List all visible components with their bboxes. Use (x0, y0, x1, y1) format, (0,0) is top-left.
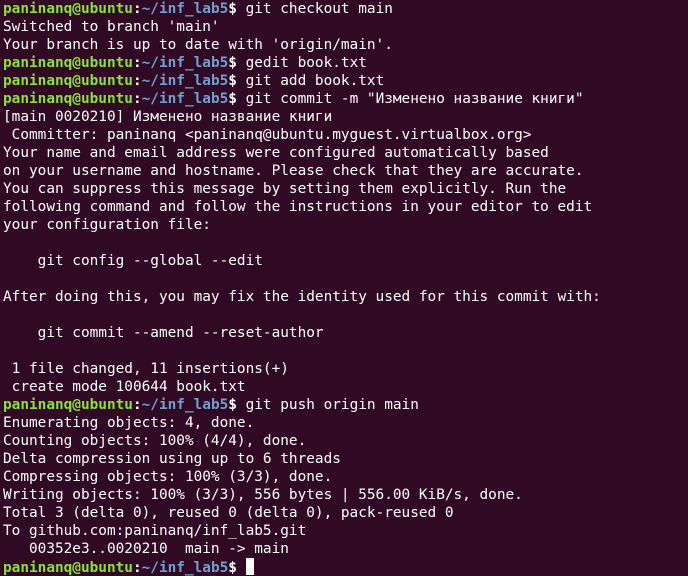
prompt-separator: : (132, 560, 142, 576)
prompt-symbol: $ (228, 73, 246, 89)
prompt-user-host: paninanq@ubuntu (3, 73, 133, 89)
prompt-path: ~/inf_lab5 (141, 397, 229, 413)
prompt-symbol: $ (228, 91, 246, 107)
output-line: on your username and hostname. Please ch… (3, 162, 688, 180)
output-line: Committer: paninanq <paninanq@ubuntu.myg… (3, 126, 688, 144)
prompt-user-host: paninanq@ubuntu (3, 1, 133, 17)
output-text: You can suppress this message by setting… (3, 181, 567, 197)
prompt-line: paninanq@ubuntu:~/inf_lab5$ git checkout… (3, 0, 688, 18)
prompt-symbol: $ (228, 560, 246, 576)
output-text: Compressing objects: 100% (3/3), done. (3, 469, 333, 485)
prompt-line: paninanq@ubuntu:~/inf_lab5$ gedit book.t… (3, 54, 688, 72)
output-text: 00352e3..0020210 main -> main (3, 541, 289, 557)
prompt-symbol: $ (228, 1, 246, 17)
output-line: Switched to branch 'main' (3, 18, 688, 36)
command-text: git commit -m "Изменено название книги" (245, 91, 584, 107)
output-text: git config --global --edit (3, 253, 263, 269)
output-text: Counting objects: 100% (4/4), done. (3, 433, 307, 449)
prompt-path: ~/inf_lab5 (141, 55, 229, 71)
command-text: git checkout main (245, 1, 393, 17)
output-text: To github.com:paninanq/inf_lab5.git (3, 523, 307, 539)
output-line: 1 file changed, 11 insertions(+) (3, 360, 688, 378)
prompt-separator: : (132, 55, 142, 71)
output-line: Enumerating objects: 4, done. (3, 414, 688, 432)
output-text: 1 file changed, 11 insertions(+) (3, 361, 289, 377)
output-text: Committer: paninanq <paninanq@ubuntu.myg… (3, 127, 532, 143)
output-text: Writing objects: 100% (3/3), 556 bytes |… (3, 487, 523, 503)
command-text: gedit book.txt (245, 55, 367, 71)
output-line: After doing this, you may fix the identi… (3, 288, 688, 306)
command-text: git push origin main (245, 397, 419, 413)
output-text: After doing this, you may fix the identi… (3, 289, 601, 305)
output-text: Switched to branch 'main' (3, 19, 220, 35)
prompt-path: ~/inf_lab5 (141, 560, 229, 576)
prompt-user-host: paninanq@ubuntu (3, 560, 133, 576)
output-line: Counting objects: 100% (4/4), done. (3, 432, 688, 450)
output-line: Your branch is up to date with 'origin/m… (3, 36, 688, 54)
output-line: Your name and email address were configu… (3, 144, 688, 162)
prompt-line: paninanq@ubuntu:~/inf_lab5$ (3, 558, 688, 576)
prompt-separator: : (132, 397, 142, 413)
prompt-line: paninanq@ubuntu:~/inf_lab5$ git add book… (3, 72, 688, 90)
output-text: following command and follow the instruc… (3, 199, 593, 215)
terminal-window[interactable]: paninanq@ubuntu:~/inf_lab5$ git checkout… (0, 0, 688, 576)
output-text: Enumerating objects: 4, done. (3, 415, 255, 431)
prompt-separator: : (132, 73, 142, 89)
output-text: create mode 100644 book.txt (3, 379, 246, 395)
prompt-user-host: paninanq@ubuntu (3, 91, 133, 107)
output-line: Compressing objects: 100% (3/3), done. (3, 468, 688, 486)
output-text: [main 0020210] Изменено название книги (3, 109, 333, 125)
prompt-line: paninanq@ubuntu:~/inf_lab5$ git commit -… (3, 90, 688, 108)
output-text: Delta compression using up to 6 threads (3, 451, 341, 467)
output-text: Total 3 (delta 0), reused 0 (delta 0), p… (3, 505, 454, 521)
output-line: your configuration file: (3, 216, 688, 234)
output-line: git commit --amend --reset-author (3, 324, 688, 342)
prompt-user-host: paninanq@ubuntu (3, 55, 133, 71)
output-line: To github.com:paninanq/inf_lab5.git (3, 522, 688, 540)
prompt-path: ~/inf_lab5 (141, 91, 229, 107)
output-line: following command and follow the instruc… (3, 198, 688, 216)
output-line: git config --global --edit (3, 252, 688, 270)
prompt-line: paninanq@ubuntu:~/inf_lab5$ git push ori… (3, 396, 688, 414)
output-line: 00352e3..0020210 main -> main (3, 540, 688, 558)
output-line: You can suppress this message by setting… (3, 180, 688, 198)
prompt-path: ~/inf_lab5 (141, 73, 229, 89)
output-text: Your branch is up to date with 'origin/m… (3, 37, 393, 53)
prompt-symbol: $ (228, 55, 246, 71)
prompt-separator: : (132, 91, 142, 107)
command-text: git add book.txt (245, 73, 385, 89)
output-line: [main 0020210] Изменено название книги (3, 108, 688, 126)
text-cursor[interactable] (245, 558, 254, 575)
prompt-symbol: $ (228, 397, 246, 413)
prompt-separator: : (132, 1, 142, 17)
output-text: your configuration file: (3, 217, 211, 233)
output-line: Total 3 (delta 0), reused 0 (delta 0), p… (3, 504, 688, 522)
output-text: on your username and hostname. Please ch… (3, 163, 584, 179)
output-text: Your name and email address were configu… (3, 145, 549, 161)
prompt-user-host: paninanq@ubuntu (3, 397, 133, 413)
prompt-path: ~/inf_lab5 (141, 1, 229, 17)
output-line: Delta compression using up to 6 threads (3, 450, 688, 468)
output-line: Writing objects: 100% (3/3), 556 bytes |… (3, 486, 688, 504)
output-line: create mode 100644 book.txt (3, 378, 688, 396)
output-text: git commit --amend --reset-author (3, 325, 324, 341)
